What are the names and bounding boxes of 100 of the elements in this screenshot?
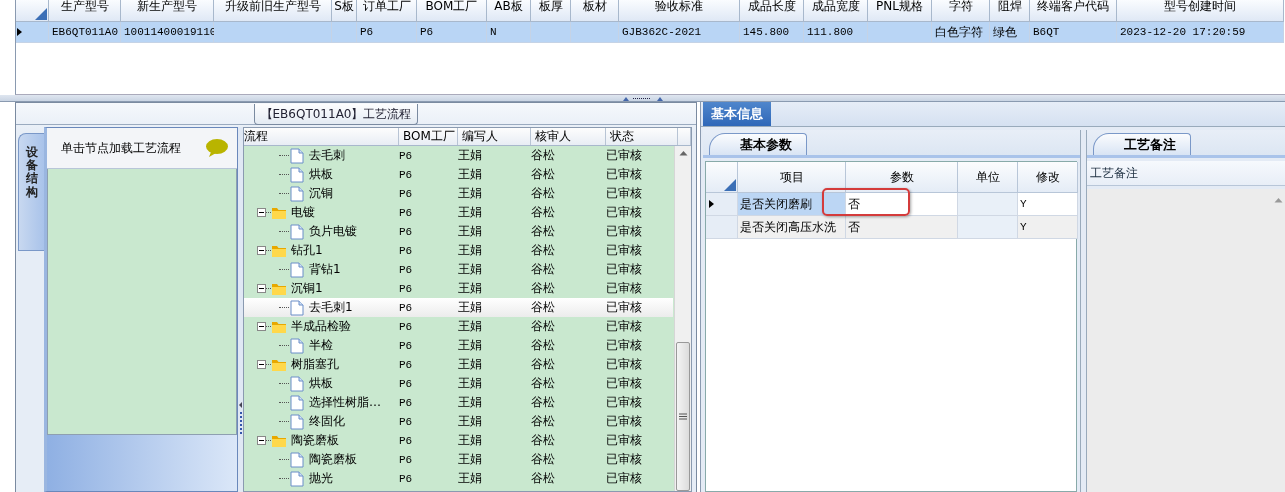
tree-row[interactable]: 陶瓷磨板 P6 王娟 谷松 已审核	[244, 450, 673, 469]
table-cell: 是否关闭高压水洗	[740, 218, 836, 236]
tree-row[interactable]: 烘板 P6 王娟 谷松 已审核	[244, 165, 673, 184]
collapse-icon[interactable]	[257, 208, 266, 217]
table-cell-text: 谷松	[531, 470, 556, 487]
collapse-icon[interactable]	[257, 284, 266, 293]
table-cell: N	[490, 26, 497, 38]
table-cell-text: 已审核	[606, 356, 643, 373]
table-cell: 是否关闭磨刷	[740, 195, 812, 213]
table-cell: EB6QT011A0	[52, 26, 118, 38]
tree-node-label: 沉铜	[309, 185, 333, 202]
tree-row[interactable]: 烘板 P6 王娟 谷松 已审核	[244, 374, 673, 393]
column-header[interactable]: 参数	[889, 168, 914, 186]
tree-row[interactable]: 负片电镀 P6 王娟 谷松 已审核	[244, 222, 673, 241]
tab[interactable]: 工艺备注	[1093, 133, 1191, 155]
collapse-icon[interactable]	[257, 360, 266, 369]
tree-row[interactable]: 沉铜 P6 王娟 谷松 已审核	[244, 184, 673, 203]
scroll-up-icon	[678, 150, 688, 156]
tree-node-label: 选择性树脂…	[309, 394, 381, 411]
tree-node-label: 终固化	[309, 413, 345, 430]
column-header[interactable]: 状态	[606, 128, 678, 145]
table-cell-text: 谷松	[531, 185, 556, 202]
table-cell-text: 已审核	[606, 432, 643, 449]
table-cell-text: 谷松	[531, 242, 556, 259]
side-tab[interactable]: 设备结构	[18, 133, 44, 251]
tree-row[interactable]: 半检 P6 王娟 谷松 已审核	[244, 336, 673, 355]
table-cell-text: 王娟	[458, 375, 483, 392]
document-icon	[289, 375, 305, 392]
table-cell-text: 已审核	[606, 451, 643, 468]
tree-row[interactable]: 去毛刺 P6 王娟 谷松 已审核	[244, 146, 673, 165]
tree-node-label: 半检	[309, 337, 333, 354]
table-cell-text: 已审核	[606, 337, 643, 354]
splitter-handle-icon	[622, 95, 663, 101]
panel-title: 【EB6QT011A0】工艺流程	[253, 104, 419, 125]
column-header[interactable]: 流程	[244, 128, 399, 145]
table-cell-text: P6	[399, 453, 414, 466]
tree-row[interactable]: 半成品检验 P6 王娟 谷松 已审核	[244, 317, 673, 336]
document-icon	[289, 413, 305, 430]
tab[interactable]: 基本信息	[703, 102, 771, 126]
collapse-icon[interactable]	[257, 246, 266, 255]
table-cell-text: 已审核	[606, 166, 643, 183]
table-row[interactable]: 是否关闭高压水洗 否 Y	[706, 216, 1076, 239]
table-cell-text: 已审核	[606, 470, 643, 487]
tree-row[interactable]: 抛光 P6 王娟 谷松 已审核	[244, 469, 673, 488]
table-cell-text: 谷松	[531, 166, 556, 183]
corner-icon	[34, 7, 48, 21]
document-icon	[289, 299, 305, 316]
table-cell: B6QT	[1033, 26, 1060, 38]
document-icon	[289, 394, 305, 411]
table-cell-text: 王娟	[458, 451, 483, 468]
table-cell-text: 已审核	[606, 318, 643, 335]
collapse-icon[interactable]	[257, 322, 266, 331]
speech-bubble-icon	[205, 138, 229, 158]
table-cell-text: 王娟	[458, 299, 483, 316]
tree-node-label: 沉铜1	[291, 280, 323, 297]
tree-row[interactable]: 树脂塞孔 P6 王娟 谷松 已审核	[244, 355, 673, 374]
table-row[interactable]: 是否关闭磨刷 否 Y	[706, 193, 1076, 216]
table-cell-text: 谷松	[531, 413, 556, 430]
tree-row[interactable]: 选择性树脂… P6 王娟 谷松 已审核	[244, 393, 673, 412]
tree-node-label: 去毛刺1	[309, 299, 353, 316]
collapse-icon[interactable]	[257, 436, 266, 445]
table-cell-text: 谷松	[531, 375, 556, 392]
column-header[interactable]: BOM工厂	[399, 128, 458, 145]
table-cell: 10011400019110	[124, 26, 217, 38]
table-cell-text: 已审核	[606, 242, 643, 259]
table-cell-text: 谷松	[531, 394, 556, 411]
document-icon	[289, 223, 305, 240]
table-row[interactable]: EB6QT011A0 10011400019110 P6 P6 N GJB362C-2021 145.800 111.800 白色字符 绿色 B6QT 2023-12-20 17:20:59	[16, 22, 1285, 43]
tree-node-label: 电镀	[291, 204, 315, 221]
table-cell: Y	[1020, 221, 1027, 233]
hint-text: 单击节点加载工艺流程	[61, 139, 181, 157]
table-cell-text: 已审核	[606, 394, 643, 411]
tab[interactable]: 基本参数	[709, 133, 807, 155]
table-cell-text: P6	[399, 415, 414, 428]
tree-row[interactable]: 去毛刺1 P6 王娟 谷松 已审核	[244, 298, 673, 317]
table-cell-text: P6	[399, 301, 414, 314]
column-header[interactable]: 核审人	[531, 128, 606, 145]
tree-node-label: 陶瓷磨板	[309, 451, 357, 468]
tree-row[interactable]: 陶瓷磨板 P6 王娟 谷松 已审核	[244, 431, 673, 450]
tree-node-label: 烘板	[309, 166, 333, 183]
tree-row[interactable]: 终固化 P6 王娟 谷松 已审核	[244, 412, 673, 431]
grip-icon	[679, 413, 687, 420]
tree-row[interactable]: 沉铜1 P6 王娟 谷松 已审核	[244, 279, 673, 298]
document-icon	[289, 451, 305, 468]
table-cell-text: 谷松	[531, 451, 556, 468]
column-header[interactable]: 编写人	[458, 128, 531, 145]
tree-row[interactable]: 钻孔1 P6 王娟 谷松 已审核	[244, 241, 673, 260]
table-cell-text: P6	[399, 282, 414, 295]
table-cell-text: 谷松	[531, 204, 556, 221]
scrollbar-thumb[interactable]	[676, 342, 690, 491]
table-cell-text: 王娟	[458, 204, 483, 221]
table-cell-text: 已审核	[606, 147, 643, 164]
table-cell-text: P6	[399, 149, 414, 162]
tree-row[interactable]: 电镀 P6 王娟 谷松 已审核	[244, 203, 673, 222]
table-cell-text: P6	[399, 358, 414, 371]
column-header[interactable]: 项目	[779, 168, 804, 186]
table-cell-text: 已审核	[606, 223, 643, 240]
tree-row[interactable]: 背钻1 P6 王娟 谷松 已审核	[244, 260, 673, 279]
table-cell-text: 已审核	[606, 299, 643, 316]
table-cell: 2023-12-20 17:20:59	[1120, 26, 1246, 38]
